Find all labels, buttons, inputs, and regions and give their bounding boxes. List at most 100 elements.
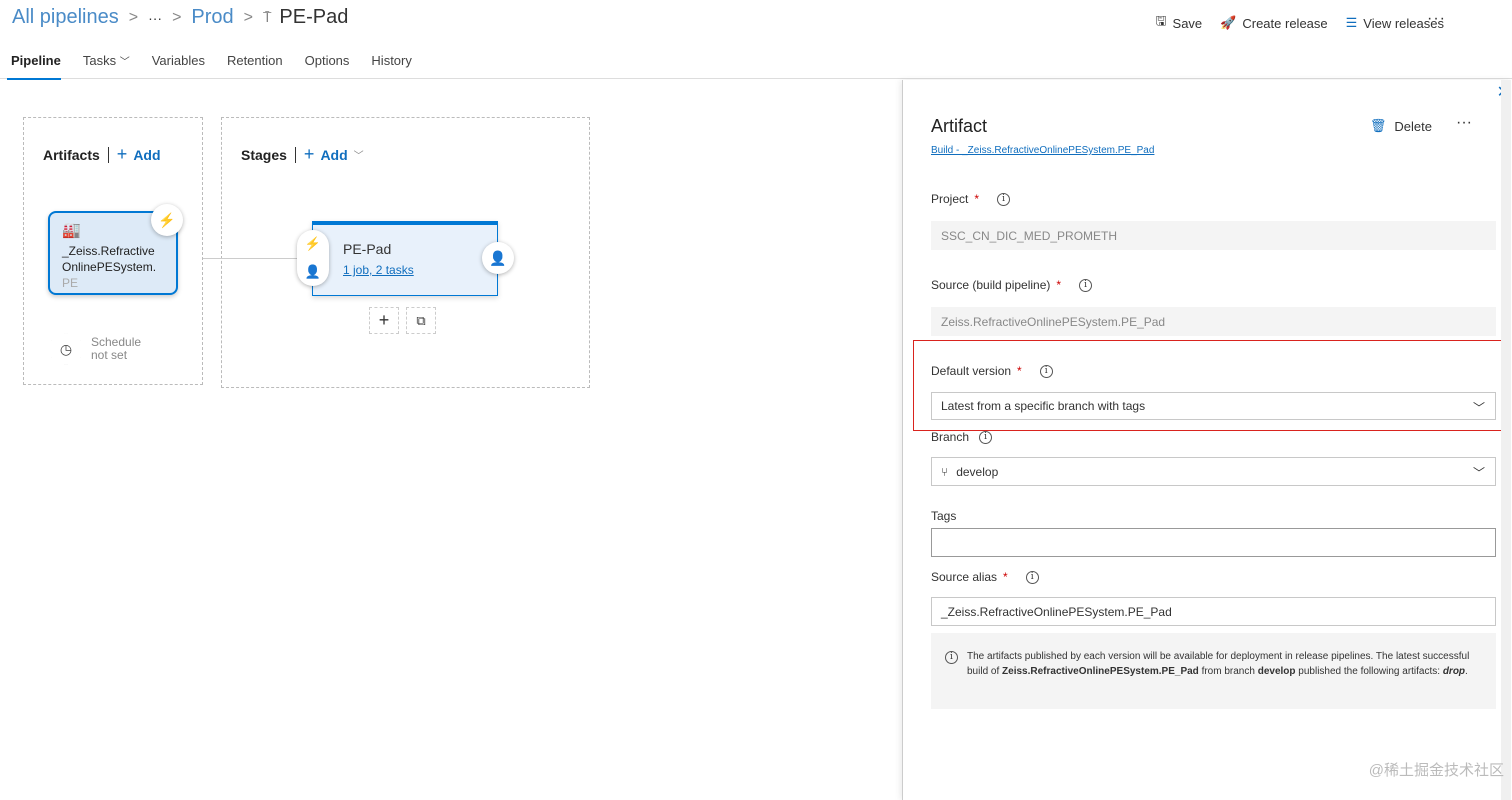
- continuous-deployment-trigger-icon[interactable]: ⚡: [151, 204, 183, 236]
- default-version-value: Latest from a specific branch with tags: [941, 399, 1146, 413]
- branch-value: develop: [956, 464, 999, 479]
- delete-button[interactable]: 🗑 Delete: [1370, 118, 1432, 134]
- save-label: Save: [1172, 15, 1203, 31]
- artifact-name-fade: PE: [62, 276, 79, 290]
- info-icon[interactable]: i: [979, 430, 993, 444]
- info-icon[interactable]: i: [1079, 278, 1093, 292]
- save-icon: 🖫: [1155, 13, 1167, 28]
- tab-tasks[interactable]: Tasks ﹀: [72, 48, 141, 79]
- trash-icon: 🗑: [1369, 118, 1387, 133]
- artifacts-header: Artifacts + Add: [43, 144, 161, 165]
- panel-subtitle-link[interactable]: Build - _Zeiss.RefractiveOnlinePESystem.…: [931, 145, 1154, 156]
- breadcrumb: All pipelines > ··· > Prod > ⍑ PE-Pad: [12, 6, 348, 29]
- source-label: Source (build pipeline) * i: [931, 278, 1093, 292]
- chevron-down-icon: ﹀: [353, 151, 364, 162]
- plus-icon: +: [378, 310, 390, 330]
- more-actions-button[interactable]: ···: [1427, 10, 1446, 28]
- chevron-down-icon: ﹀: [1472, 466, 1485, 480]
- save-button[interactable]: 🖫 Save: [1155, 12, 1202, 34]
- branch-select[interactable]: ⑂ develop ﹀: [931, 457, 1496, 486]
- note-build: Zeiss.RefractiveOnlinePESystem.PE_Pad: [1002, 666, 1199, 677]
- source-alias-label: Source alias * i: [931, 570, 1039, 584]
- plus-icon: +: [303, 144, 315, 164]
- plus-icon: +: [116, 144, 128, 164]
- add-stage-label: Add: [320, 146, 348, 163]
- add-artifact-label: Add: [133, 146, 161, 163]
- source-field: Zeiss.RefractiveOnlinePESystem.PE_Pad: [931, 307, 1496, 336]
- breadcrumb-prod[interactable]: Prod: [191, 6, 233, 29]
- stages-heading: Stages: [241, 146, 287, 163]
- note-text: from branch: [1198, 666, 1258, 677]
- scrollbar[interactable]: [1501, 80, 1511, 800]
- post-deployment-approvers-icon[interactable]: 👤: [482, 242, 514, 274]
- watermark: @稀土掘金技术社区: [1368, 762, 1504, 779]
- list-icon: ☰: [1345, 15, 1358, 30]
- chevron-right-icon: >: [243, 8, 254, 26]
- add-stage-button[interactable]: + Add ﹀: [304, 144, 364, 165]
- info-note: i The artifacts published by each versio…: [931, 633, 1496, 709]
- schedule-trigger[interactable]: ◷ Schedule not set: [51, 333, 141, 365]
- note-text: published the following artifacts:: [1295, 666, 1443, 677]
- breadcrumb-ellipsis[interactable]: ···: [148, 10, 162, 26]
- default-version-label-text: Default version: [931, 364, 1012, 378]
- add-artifact-button[interactable]: + Add: [117, 144, 161, 165]
- tab-history[interactable]: History: [360, 48, 422, 79]
- chevron-right-icon: >: [128, 8, 139, 26]
- project-label-text: Project: [931, 192, 969, 206]
- create-release-button[interactable]: 🚀 Create release: [1220, 15, 1327, 31]
- clone-stage-button[interactable]: ⧉: [406, 307, 436, 334]
- schedule-line2: not set: [91, 348, 128, 362]
- note-artifact: drop: [1442, 666, 1466, 677]
- tags-label: Tags: [931, 509, 956, 523]
- tab-bar: Pipeline Tasks ﹀ Variables Retention Opt…: [0, 48, 1512, 80]
- create-release-label: Create release: [1242, 15, 1328, 31]
- source-label-text: Source (build pipeline): [931, 278, 1051, 292]
- tags-label-text: Tags: [931, 509, 957, 523]
- source-alias-input[interactable]: _Zeiss.RefractiveOnlinePESystem.PE_Pad: [931, 597, 1496, 626]
- default-version-select[interactable]: Latest from a specific branch with tags ﹀: [931, 392, 1496, 420]
- stage-tasks-link[interactable]: 1 job, 2 tasks: [343, 263, 467, 277]
- copy-icon: ⧉: [416, 312, 426, 328]
- person-icon: 👤: [304, 264, 322, 279]
- panel-more-button[interactable]: ···: [1456, 114, 1472, 132]
- artifacts-heading: Artifacts: [43, 146, 100, 163]
- branch-label-text: Branch: [931, 430, 970, 444]
- info-icon[interactable]: i: [1039, 364, 1053, 378]
- tab-retention[interactable]: Retention: [216, 48, 294, 79]
- trigger-icon: ⚡: [304, 236, 322, 251]
- release-pipeline-icon: ⍑: [263, 9, 272, 25]
- source-alias-label-text: Source alias: [931, 570, 998, 584]
- add-stage-plus-button[interactable]: +: [369, 307, 399, 334]
- note-branch: develop: [1257, 666, 1296, 677]
- build-artifact-icon: 🏭: [62, 222, 81, 239]
- note-text: .: [1465, 666, 1468, 677]
- rocket-icon: 🚀: [1220, 15, 1237, 30]
- panel-title: Artifact: [931, 116, 988, 136]
- artifact-panel: ✕ Artifact Build - _Zeiss.RefractiveOnli…: [902, 80, 1512, 800]
- artifact-name: _Zeiss.RefractiveOnlinePESystem.: [62, 244, 157, 274]
- chevron-down-icon: ﹀: [1472, 401, 1485, 415]
- stage-name: PE-Pad: [343, 241, 392, 257]
- chevron-right-icon: >: [172, 8, 182, 26]
- branch-icon: ⑂: [941, 464, 949, 479]
- connector-line: [203, 258, 303, 259]
- toolbar: 🖫 Save 🚀 Create release ☰ View releases: [1155, 12, 1444, 34]
- default-version-label: Default version * i: [931, 364, 1053, 378]
- project-label: Project * i: [931, 192, 1011, 206]
- clock-icon: ◷: [51, 333, 81, 365]
- project-field: SSC_CN_DIC_MED_PROMETH: [931, 221, 1496, 250]
- tab-tasks-label: Tasks: [82, 53, 117, 68]
- page-title: PE-Pad: [279, 6, 349, 28]
- breadcrumb-all-pipelines[interactable]: All pipelines: [12, 6, 119, 29]
- tab-pipeline[interactable]: Pipeline: [0, 48, 72, 80]
- tab-variables[interactable]: Variables: [141, 48, 216, 79]
- tags-input[interactable]: [931, 528, 1496, 557]
- pre-deployment-conditions[interactable]: ⚡ 👤: [297, 230, 329, 286]
- stage-card[interactable]: PE-Pad 1 job, 2 tasks: [312, 221, 498, 296]
- delete-label: Delete: [1394, 118, 1432, 134]
- info-icon[interactable]: i: [997, 192, 1011, 206]
- info-icon[interactable]: i: [1025, 570, 1039, 584]
- branch-label: Branch i: [931, 430, 993, 444]
- info-icon: i: [945, 651, 958, 664]
- tab-options[interactable]: Options: [294, 48, 361, 79]
